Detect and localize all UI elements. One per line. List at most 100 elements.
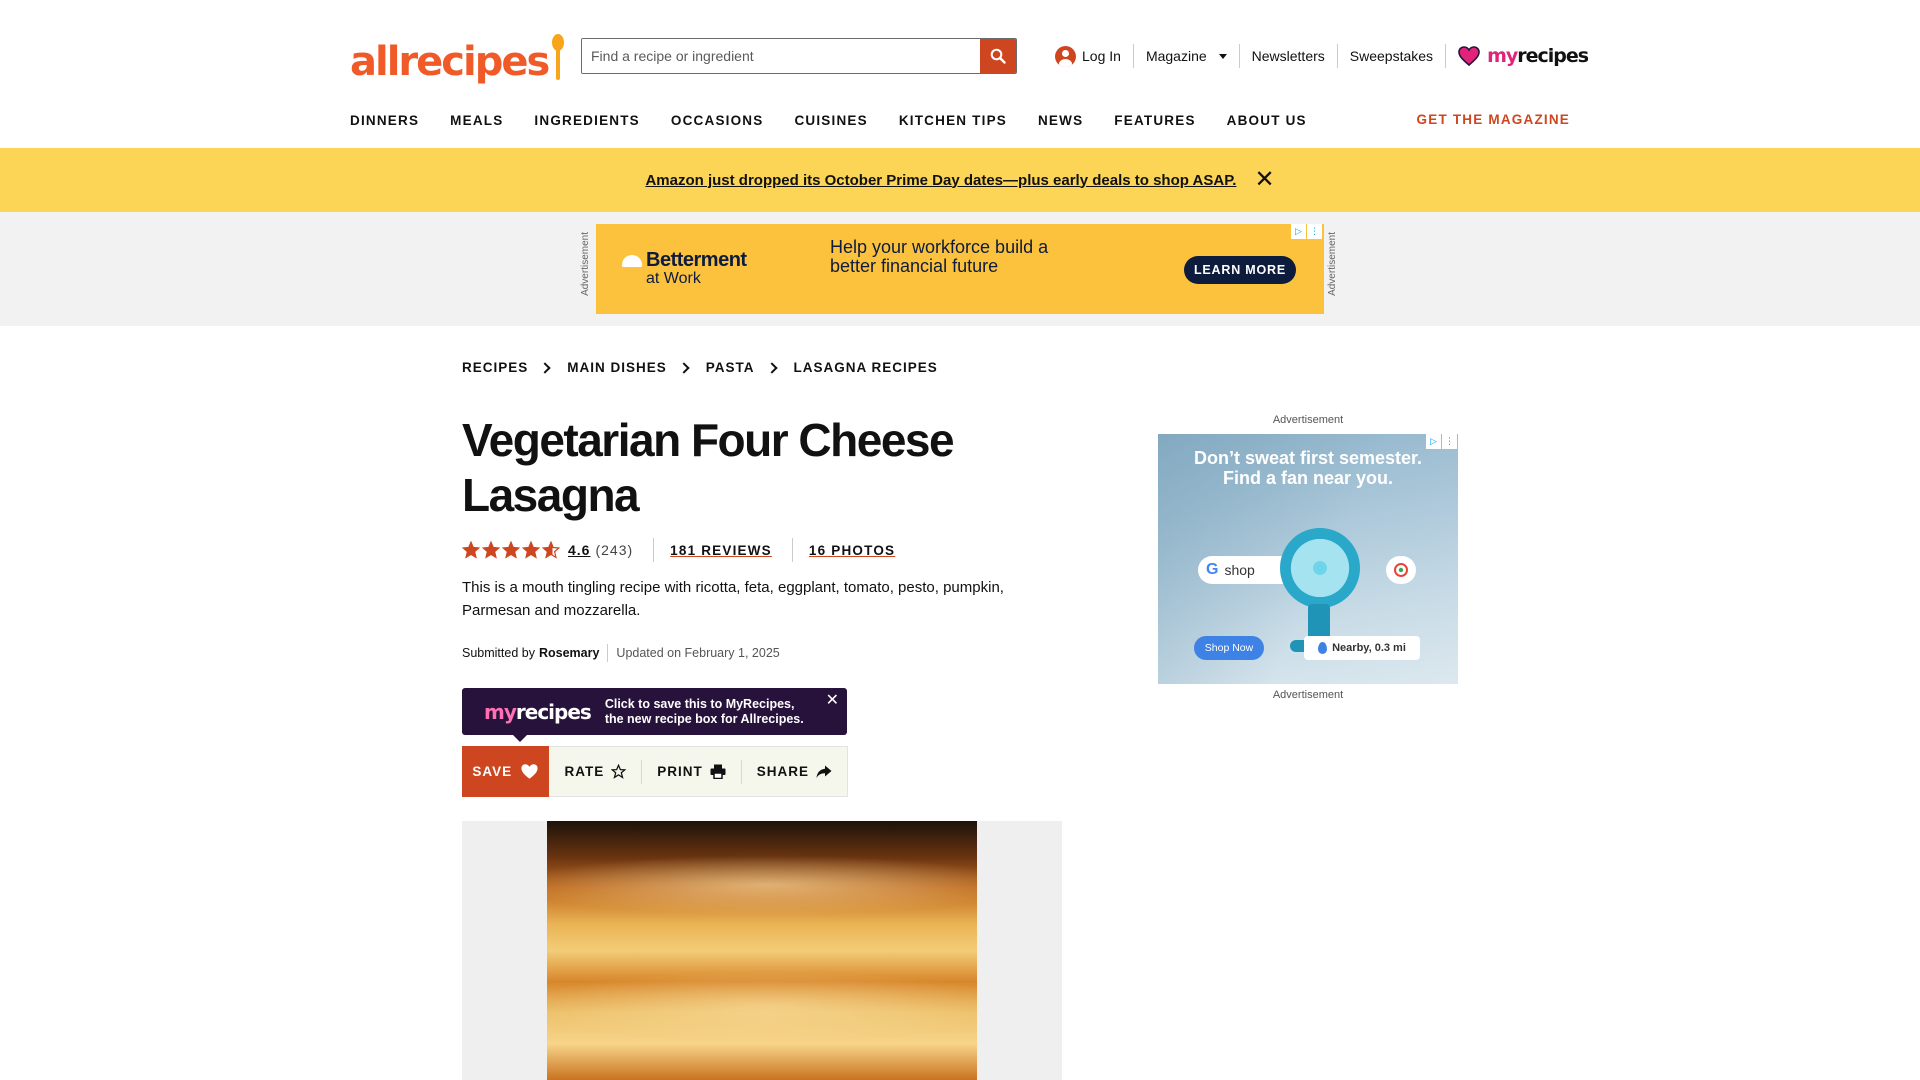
- tooltip-line-1: Click to save this to MyRecipes,: [604, 696, 795, 711]
- location-pin-icon: [1318, 642, 1328, 654]
- shop-now-button[interactable]: Shop Now: [1194, 636, 1264, 660]
- chevron-right-icon: [765, 361, 778, 374]
- nav-item-dinners[interactable]: DINNERS: [350, 113, 419, 128]
- breadcrumb-recipes[interactable]: RECIPES: [462, 360, 528, 375]
- allrecipes-logo[interactable]: allrecipes: [350, 30, 565, 82]
- breadcrumb: RECIPES MAIN DISHES PASTA LASAGNA RECIPE…: [462, 360, 938, 375]
- get-magazine-link[interactable]: GET THE MAGAZINE: [1417, 110, 1570, 130]
- google-lens-icon: [1394, 563, 1408, 577]
- login-link[interactable]: Log In: [1055, 45, 1121, 67]
- close-icon[interactable]: ✕: [826, 693, 839, 709]
- tip-logo-my: my: [484, 699, 517, 724]
- ad-label-left: Advertisement: [580, 232, 591, 296]
- print-label: PRINT: [657, 764, 703, 779]
- myrecipes-my: my: [1487, 45, 1518, 67]
- promo-banner: Amazon just dropped its October Prime Da…: [0, 148, 1920, 212]
- myrecipes-tooltip-logo: myrecipes: [484, 699, 592, 724]
- lasagna-photo[interactable]: [547, 821, 977, 1080]
- save-label: SAVE: [472, 763, 513, 779]
- site-header: allrecipes Log In Magazine Newsletters S…: [0, 0, 1920, 148]
- myrecipes-tooltip: myrecipes Click to save this to MyRecipe…: [462, 688, 847, 742]
- tooltip-text: Click to save this to MyRecipes, the new…: [605, 697, 804, 727]
- logo-wordmark: allrecipes: [350, 39, 550, 85]
- nav-item-occasions[interactable]: OCCASIONS: [671, 113, 764, 128]
- fan-image: [1280, 528, 1360, 608]
- close-icon[interactable]: ✕: [1254, 168, 1274, 192]
- star-outline-icon: [611, 764, 627, 779]
- page-title: Vegetarian Four Cheese Lasagna: [462, 414, 955, 521]
- recipe-actions: SAVE RATE PRINT SHARE: [462, 745, 848, 797]
- main-nav: DINNERS MEALS INGREDIENTS OCCASIONS CUIS…: [350, 110, 1338, 130]
- divider: [1238, 44, 1240, 68]
- utility-links: Log In Magazine Newsletters Sweepstakes …: [1055, 42, 1589, 70]
- google-g-icon: G: [1206, 561, 1219, 578]
- nav-item-news[interactable]: NEWS: [1038, 113, 1083, 128]
- printer-icon: [710, 764, 726, 779]
- divider: [1336, 44, 1338, 68]
- reviews-link[interactable]: 181 REVIEWS: [670, 543, 772, 558]
- breadcrumb-lasagna[interactable]: LASAGNA RECIPES: [794, 360, 938, 375]
- share-arrow-icon: [816, 765, 832, 778]
- learn-more-button[interactable]: LEARN MORE: [1184, 256, 1296, 284]
- myrecipes-wordmark: myrecipes: [1487, 45, 1589, 67]
- breadcrumb-main-dishes[interactable]: MAIN DISHES: [567, 360, 667, 375]
- spoon-icon: [551, 34, 565, 82]
- rail-ad-headline: Don’t sweat first semester. Find a fan n…: [1158, 448, 1458, 488]
- star-rating[interactable]: [462, 541, 560, 559]
- myrecipes-link[interactable]: myrecipes: [1458, 45, 1589, 67]
- nav-item-cuisines[interactable]: CUISINES: [794, 113, 867, 128]
- magazine-label: Magazine: [1145, 48, 1207, 64]
- adchoices-icon[interactable]: ▷: [1426, 434, 1441, 449]
- nav-item-kitchen-tips[interactable]: KITCHEN TIPS: [899, 113, 1007, 128]
- heart-icon: [521, 763, 538, 779]
- search-button[interactable]: [980, 39, 1016, 73]
- search-box: [581, 38, 1017, 74]
- rail-ad-headline-2: Find a fan near you.: [1222, 468, 1394, 488]
- rating-count: (243): [595, 542, 634, 558]
- chevron-right-icon: [539, 361, 551, 374]
- tooltip-line-2: the new recipe box for Allrecipes.: [604, 711, 804, 726]
- account-icon: [1055, 45, 1076, 67]
- ad-brand-sub: at Work: [646, 270, 701, 287]
- breadcrumb-pasta[interactable]: PASTA: [706, 360, 755, 375]
- ad-brand: Betterment: [646, 249, 747, 271]
- rail-ad-label-bottom: Advertisement: [1272, 689, 1344, 701]
- recipe-description: This is a mouth tingling recipe with ric…: [462, 579, 1004, 619]
- nav-item-meals[interactable]: MEALS: [450, 113, 503, 128]
- rail-ad-label-top: Advertisement: [1272, 414, 1344, 426]
- lens-pill: [1386, 556, 1416, 584]
- rating-value: 4.6: [568, 542, 591, 558]
- caret-down-icon: [1218, 53, 1227, 59]
- myrecipes-recipes: recipes: [1517, 45, 1589, 67]
- photos-link[interactable]: 16 PHOTOS: [809, 543, 895, 558]
- promo-link[interactable]: Amazon just dropped its October Prime Da…: [645, 172, 1236, 189]
- author-link[interactable]: Rosemary: [539, 646, 599, 660]
- submitted-by-label: Submitted by: [462, 646, 535, 660]
- ad-menu-icon[interactable]: ⋮: [1307, 224, 1322, 239]
- divider: [791, 538, 793, 562]
- search-input[interactable]: [582, 39, 980, 73]
- share-label: SHARE: [756, 764, 809, 779]
- ad-menu-icon[interactable]: ⋮: [1442, 434, 1457, 449]
- sweepstakes-link[interactable]: Sweepstakes: [1350, 48, 1433, 64]
- star-full-icon: [522, 541, 540, 559]
- rate-button[interactable]: RATE: [549, 760, 641, 784]
- nav-item-ingredients[interactable]: INGREDIENTS: [534, 113, 639, 128]
- magazine-dropdown[interactable]: Magazine: [1146, 48, 1227, 64]
- adchoices-icon[interactable]: ▷: [1291, 224, 1306, 239]
- hero-image-frame: [462, 821, 1062, 1080]
- divider: [607, 644, 609, 662]
- print-button[interactable]: PRINT: [641, 759, 741, 784]
- heart-icon: [1458, 46, 1480, 66]
- save-button[interactable]: SAVE: [462, 745, 550, 797]
- share-button[interactable]: SHARE: [740, 759, 847, 784]
- updated-date: Updated on February 1, 2025: [616, 646, 780, 660]
- login-label: Log In: [1082, 48, 1121, 64]
- nav-item-features[interactable]: FEATURES: [1114, 113, 1195, 128]
- leaderboard-ad[interactable]: Betterment at Work Help your workforce b…: [596, 224, 1324, 314]
- nav-item-about-us[interactable]: ABOUT US: [1227, 113, 1307, 128]
- rail-ad[interactable]: Don’t sweat first semester. Find a fan n…: [1158, 434, 1458, 684]
- newsletters-link[interactable]: Newsletters: [1252, 48, 1325, 64]
- star-full-icon: [502, 541, 520, 559]
- rate-label: RATE: [564, 764, 605, 779]
